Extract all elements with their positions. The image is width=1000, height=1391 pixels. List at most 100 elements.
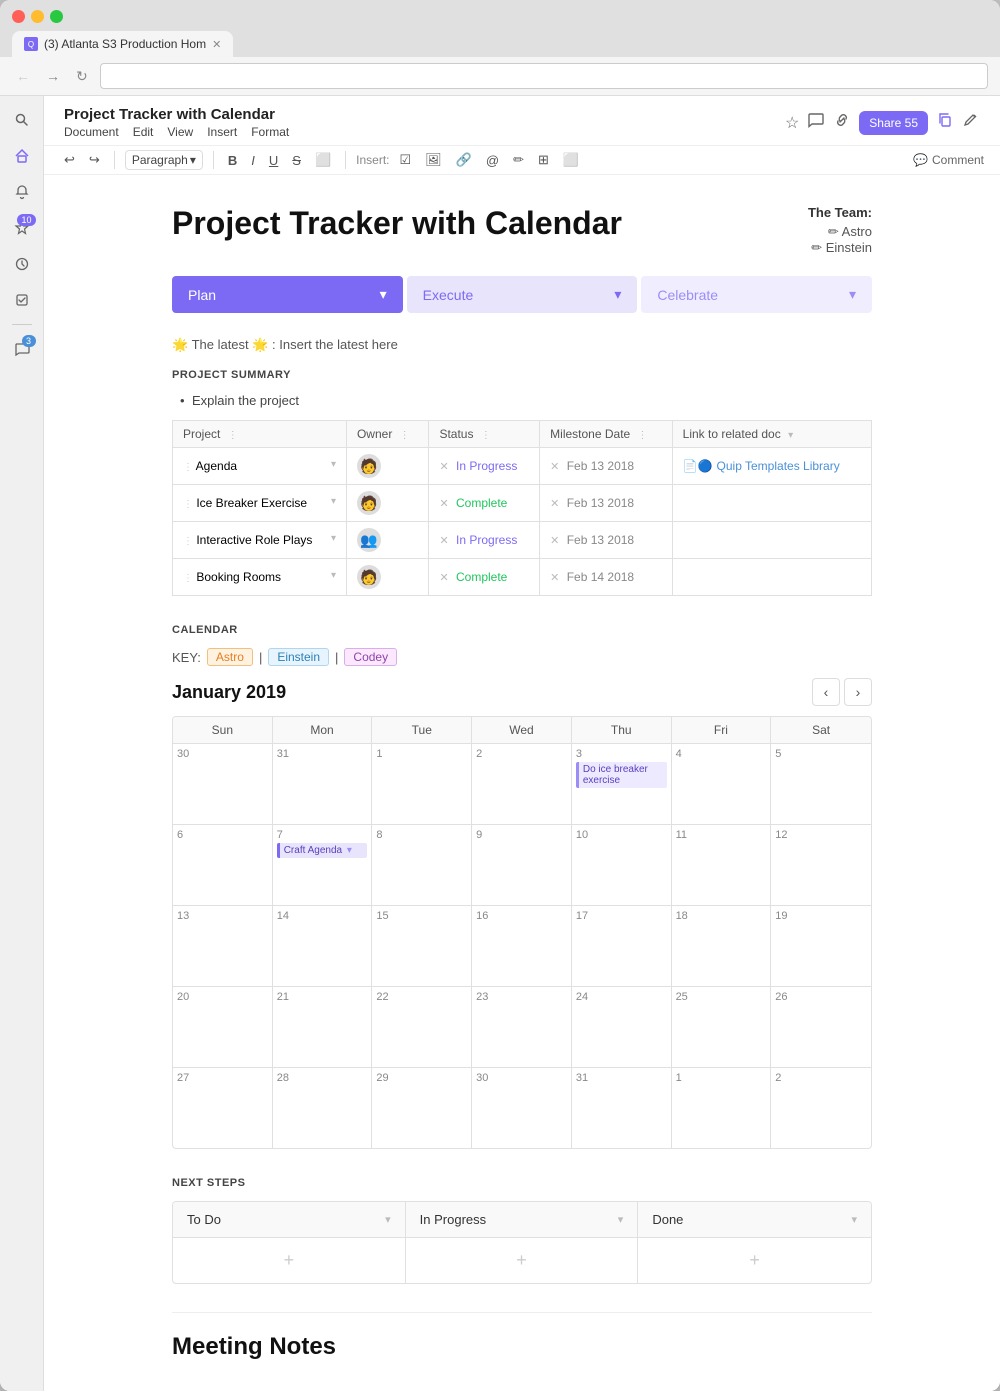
- forward-button[interactable]: →: [42, 66, 64, 86]
- cal-cell[interactable]: 2: [472, 744, 572, 824]
- sort-status[interactable]: ⋮: [481, 430, 491, 441]
- row-handle-2[interactable]: ⋮: [183, 499, 193, 510]
- row-expand-3[interactable]: ▾: [331, 533, 336, 544]
- link-copy-icon[interactable]: [936, 111, 954, 134]
- cal-cell[interactable]: 12: [771, 825, 871, 905]
- cal-cell[interactable]: 8: [372, 825, 472, 905]
- address-bar[interactable]: [100, 63, 988, 89]
- code-button[interactable]: ⬜: [311, 150, 335, 170]
- sidebar-item-messages[interactable]: 3: [6, 333, 38, 365]
- cal-cell[interactable]: 22: [372, 987, 472, 1067]
- cal-cell[interactable]: 11: [672, 825, 772, 905]
- insert-more-button[interactable]: ⬜: [559, 150, 583, 170]
- kanban-done-add[interactable]: +: [638, 1238, 871, 1283]
- cal-cell[interactable]: 21: [273, 987, 373, 1067]
- cal-cell[interactable]: 26: [771, 987, 871, 1067]
- sidebar-item-search[interactable]: [6, 104, 38, 136]
- status-x-3[interactable]: ✕: [439, 535, 448, 547]
- row-expand-4[interactable]: ▾: [331, 570, 336, 581]
- kanban-inprogress-add[interactable]: +: [406, 1238, 638, 1283]
- cal-cell[interactable]: 17: [572, 906, 672, 986]
- maximize-window-button[interactable]: [50, 10, 63, 23]
- cal-cell[interactable]: 27: [173, 1068, 273, 1148]
- cal-cell[interactable]: 16: [472, 906, 572, 986]
- cal-cell[interactable]: 10: [572, 825, 672, 905]
- sidebar-item-tasks[interactable]: [6, 284, 38, 316]
- menu-format[interactable]: Format: [251, 125, 289, 139]
- cal-cell[interactable]: 18: [672, 906, 772, 986]
- kanban-todo-expand[interactable]: ▾: [385, 1213, 391, 1226]
- sidebar-item-starred[interactable]: 10: [6, 212, 38, 244]
- phase-execute[interactable]: Execute ▾: [407, 276, 638, 313]
- chat-action-icon[interactable]: [807, 111, 825, 134]
- cal-cell[interactable]: 30: [173, 744, 273, 824]
- menu-view[interactable]: View: [167, 125, 193, 139]
- cal-cell[interactable]: 3 Do ice breaker exercise: [572, 744, 672, 824]
- kanban-done-expand[interactable]: ▾: [851, 1213, 857, 1226]
- kanban-todo-add[interactable]: +: [173, 1238, 405, 1283]
- redo-button[interactable]: ↪: [85, 150, 104, 170]
- cal-cell[interactable]: 6: [173, 825, 273, 905]
- cal-cell[interactable]: 30: [472, 1068, 572, 1148]
- date-x-2[interactable]: ✕: [550, 498, 559, 510]
- insert-table-button[interactable]: ⊞: [534, 150, 553, 170]
- date-x-1[interactable]: ✕: [550, 461, 559, 473]
- cal-cell[interactable]: 5: [771, 744, 871, 824]
- cal-event-craft-agenda[interactable]: Craft Agenda ▾: [277, 843, 368, 858]
- tab-close-button[interactable]: ✕: [212, 38, 221, 51]
- sort-link[interactable]: ▾: [788, 430, 793, 441]
- date-x-4[interactable]: ✕: [550, 572, 559, 584]
- cal-cell[interactable]: 31: [572, 1068, 672, 1148]
- row-handle-4[interactable]: ⋮: [183, 573, 193, 584]
- bold-button[interactable]: B: [224, 151, 241, 170]
- row-expand-2[interactable]: ▾: [331, 496, 336, 507]
- cal-cell[interactable]: 1: [372, 744, 472, 824]
- underline-button[interactable]: U: [265, 151, 282, 170]
- insert-checkbox-button[interactable]: ☑: [396, 150, 416, 170]
- sort-date[interactable]: ⋮: [638, 430, 648, 441]
- sidebar-item-recent[interactable]: [6, 248, 38, 280]
- cal-cell[interactable]: 25: [672, 987, 772, 1067]
- strikethrough-button[interactable]: S: [288, 151, 305, 170]
- close-window-button[interactable]: [12, 10, 25, 23]
- link-action-icon[interactable]: [833, 111, 851, 134]
- phase-celebrate[interactable]: Celebrate ▾: [641, 276, 872, 313]
- italic-button[interactable]: I: [247, 151, 259, 170]
- status-x-2[interactable]: ✕: [439, 498, 448, 510]
- cal-cell[interactable]: 20: [173, 987, 273, 1067]
- phase-plan[interactable]: Plan ▾: [172, 276, 403, 313]
- insert-link-button[interactable]: 🔗: [452, 150, 476, 170]
- sort-owner[interactable]: ⋮: [400, 430, 410, 441]
- cal-cell[interactable]: 24: [572, 987, 672, 1067]
- cal-cell[interactable]: 29: [372, 1068, 472, 1148]
- insert-image-button[interactable]: 🖼: [421, 150, 446, 170]
- date-x-3[interactable]: ✕: [550, 535, 559, 547]
- sidebar-item-home[interactable]: [6, 140, 38, 172]
- share-button[interactable]: Share 55: [859, 111, 928, 135]
- cal-cell[interactable]: 28: [273, 1068, 373, 1148]
- minimize-window-button[interactable]: [31, 10, 44, 23]
- insert-highlight-button[interactable]: ✏: [509, 150, 528, 170]
- row-expand-1[interactable]: ▾: [331, 459, 336, 470]
- cal-cell[interactable]: 23: [472, 987, 572, 1067]
- cal-cell[interactable]: 7 Craft Agenda ▾: [273, 825, 373, 905]
- cal-cell[interactable]: 31: [273, 744, 373, 824]
- calendar-prev-button[interactable]: ‹: [812, 678, 840, 706]
- cal-cell[interactable]: 14: [273, 906, 373, 986]
- cal-cell[interactable]: 13: [173, 906, 273, 986]
- row-handle-1[interactable]: ⋮: [183, 462, 193, 473]
- sort-project[interactable]: ⋮: [228, 430, 238, 441]
- status-x-1[interactable]: ✕: [439, 461, 448, 473]
- edit-icon[interactable]: [962, 111, 980, 134]
- cal-event-ice-breaker[interactable]: Do ice breaker exercise: [576, 762, 667, 788]
- paragraph-selector[interactable]: Paragraph ▾: [125, 150, 203, 170]
- reload-button[interactable]: ↻: [72, 66, 92, 87]
- bookmark-icon[interactable]: ☆: [785, 113, 799, 133]
- cal-cell[interactable]: 1: [672, 1068, 772, 1148]
- browser-tab[interactable]: Q (3) Atlanta S3 Production Hom ✕: [12, 31, 233, 57]
- menu-insert[interactable]: Insert: [207, 125, 237, 139]
- menu-document[interactable]: Document: [64, 125, 119, 139]
- status-x-4[interactable]: ✕: [439, 572, 448, 584]
- kanban-inprogress-expand[interactable]: ▾: [618, 1213, 624, 1226]
- cal-cell[interactable]: 19: [771, 906, 871, 986]
